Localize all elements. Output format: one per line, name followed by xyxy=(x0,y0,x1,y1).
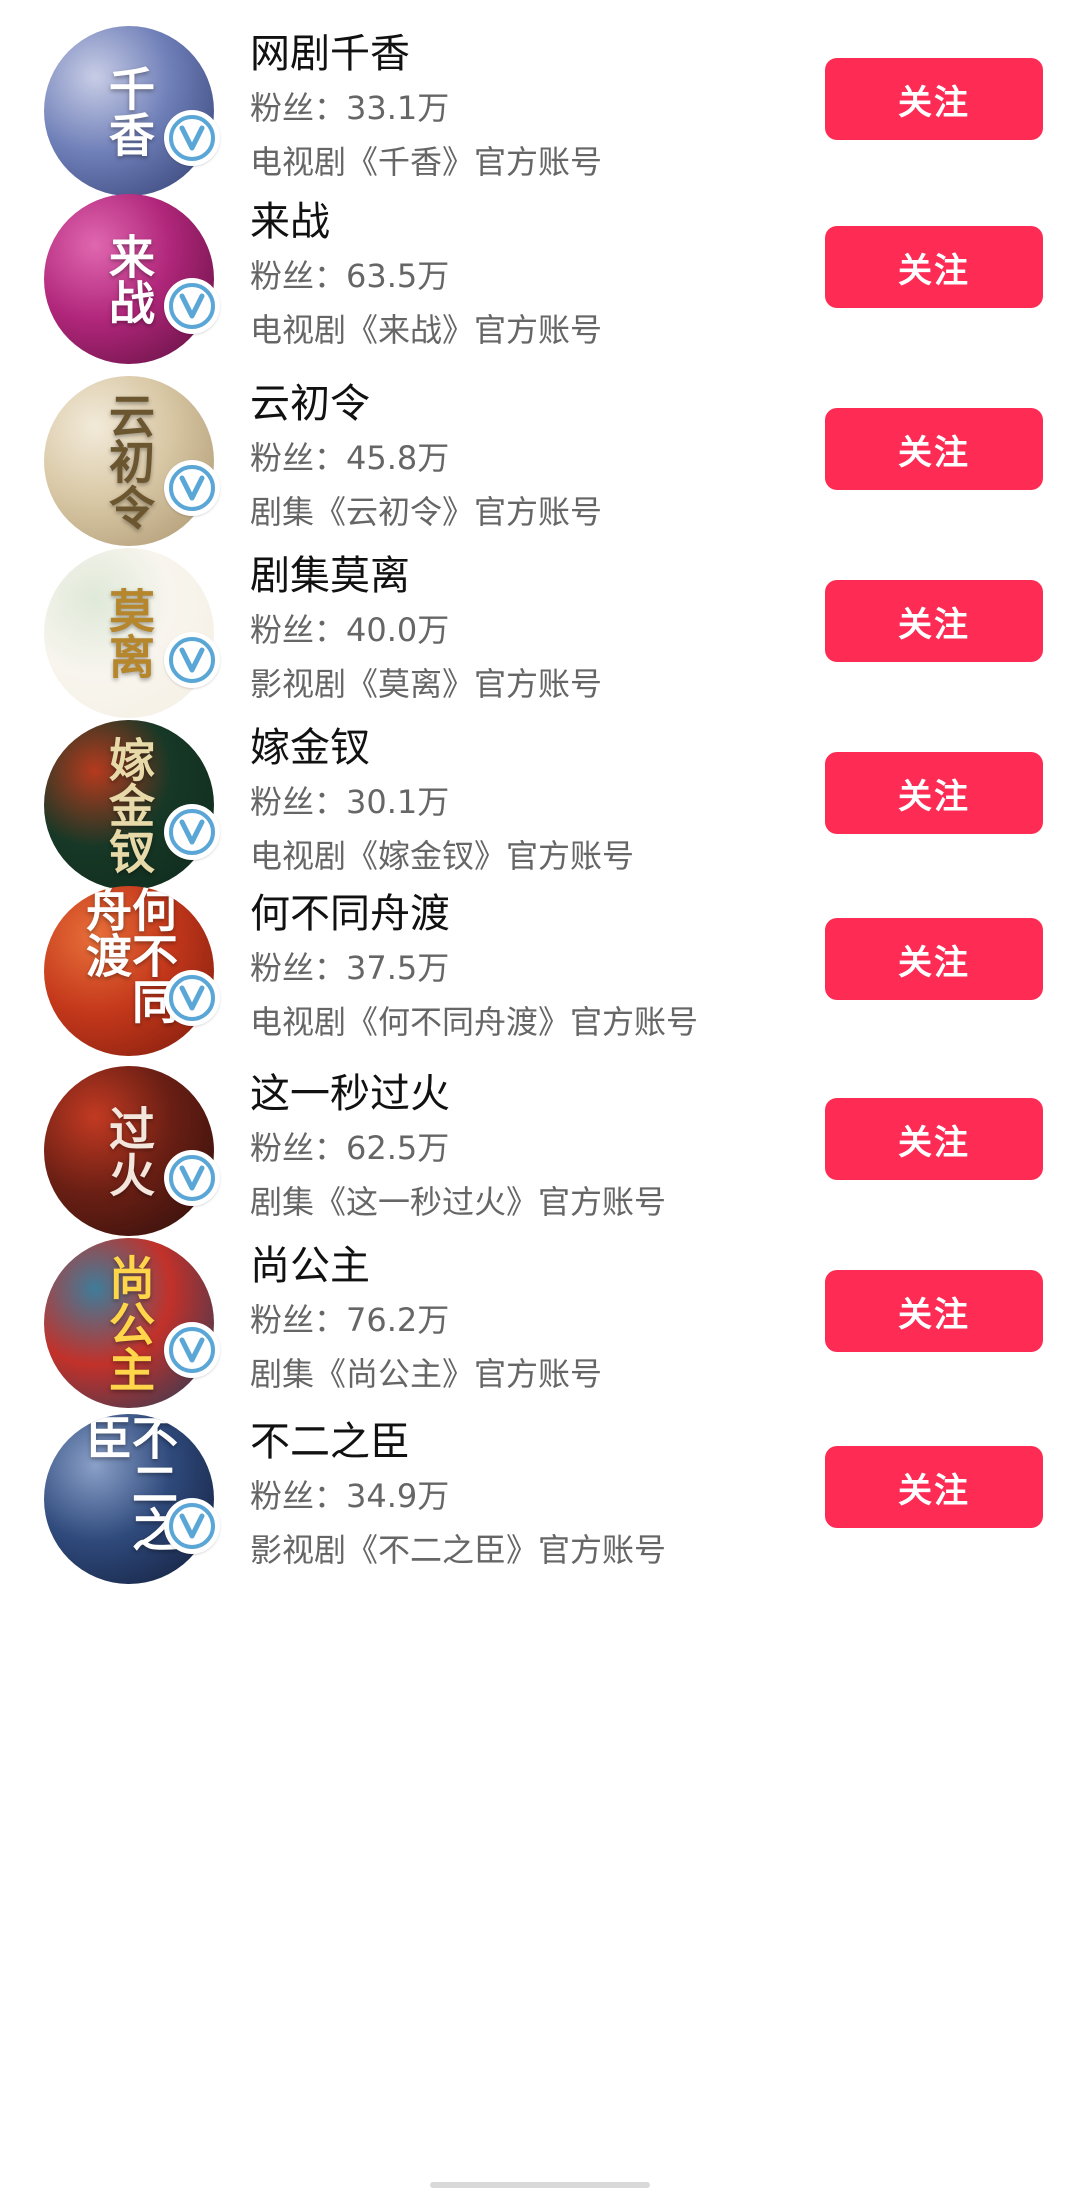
verified-v-icon xyxy=(164,804,220,860)
account-name[interactable]: 嫁金钗 xyxy=(250,728,370,768)
follower-count: 粉丝：45.8万 xyxy=(250,439,450,477)
account-name[interactable]: 网剧千香 xyxy=(250,34,410,74)
account-row[interactable]: 云初令 云初令 粉丝：45.8万 剧集《云初令》官方账号 关注 xyxy=(0,376,1080,576)
verified-v-icon xyxy=(164,632,220,688)
account-description: 剧集《尚公主》官方账号 xyxy=(250,1355,603,1393)
account-name[interactable]: 何不同舟渡 xyxy=(250,894,450,934)
account-description: 剧集《云初令》官方账号 xyxy=(250,493,603,531)
account-description: 电视剧《来战》官方账号 xyxy=(250,311,603,349)
account-description: 电视剧《嫁金钗》官方账号 xyxy=(250,837,635,875)
follow-button[interactable]: 关注 xyxy=(825,918,1043,1000)
account-row[interactable]: 何不同舟渡 何不同舟渡 粉丝：37.5万 电视剧《何不同舟渡》官方账号 关注 xyxy=(0,886,1080,1086)
follow-button[interactable]: 关注 xyxy=(825,408,1043,490)
account-name[interactable]: 尚公主 xyxy=(250,1246,370,1286)
account-description: 电视剧《千香》官方账号 xyxy=(250,143,603,181)
follow-button[interactable]: 关注 xyxy=(825,1446,1043,1528)
follow-button[interactable]: 关注 xyxy=(825,226,1043,308)
follow-button[interactable]: 关注 xyxy=(825,58,1043,140)
verified-v-icon xyxy=(164,1498,220,1554)
account-description: 电视剧《何不同舟渡》官方账号 xyxy=(250,1003,699,1041)
verified-v-icon xyxy=(164,1150,220,1206)
follower-count: 粉丝：30.1万 xyxy=(250,783,450,821)
follower-count: 粉丝：76.2万 xyxy=(250,1301,450,1339)
follower-count: 粉丝：33.1万 xyxy=(250,89,450,127)
follow-button[interactable]: 关注 xyxy=(825,1270,1043,1352)
account-name[interactable]: 这一秒过火 xyxy=(250,1074,450,1114)
follow-button[interactable]: 关注 xyxy=(825,1098,1043,1180)
follower-count: 粉丝：34.9万 xyxy=(250,1477,450,1515)
follow-button[interactable]: 关注 xyxy=(825,752,1043,834)
account-description: 剧集《这一秒过火》官方账号 xyxy=(250,1183,667,1221)
verified-v-icon xyxy=(164,970,220,1026)
account-description: 影视剧《莫离》官方账号 xyxy=(250,665,603,703)
follower-count: 粉丝：63.5万 xyxy=(250,257,450,295)
account-name[interactable]: 云初令 xyxy=(250,384,370,424)
verified-v-icon xyxy=(164,110,220,166)
verified-v-icon xyxy=(164,460,220,516)
verified-v-icon xyxy=(164,1322,220,1378)
account-description: 影视剧《不二之臣》官方账号 xyxy=(250,1531,667,1569)
account-row[interactable]: 尚公主 尚公主 粉丝：76.2万 剧集《尚公主》官方账号 关注 xyxy=(0,1238,1080,1438)
account-row[interactable]: 莫离 剧集莫离 粉丝：40.0万 影视剧《莫离》官方账号 关注 xyxy=(0,548,1080,748)
account-row[interactable]: 来战 来战 粉丝：63.5万 电视剧《来战》官方账号 关注 xyxy=(0,194,1080,394)
follower-count: 粉丝：62.5万 xyxy=(250,1129,450,1167)
follower-count: 粉丝：40.0万 xyxy=(250,611,450,649)
account-row[interactable]: 不二之臣 不二之臣 粉丝：34.9万 影视剧《不二之臣》官方账号 关注 xyxy=(0,1414,1080,1614)
follow-button[interactable]: 关注 xyxy=(825,580,1043,662)
home-indicator xyxy=(430,2182,650,2188)
account-row[interactable]: 过火 这一秒过火 粉丝：62.5万 剧集《这一秒过火》官方账号 关注 xyxy=(0,1066,1080,1266)
follower-count: 粉丝：37.5万 xyxy=(250,949,450,987)
verified-v-icon xyxy=(164,278,220,334)
account-name[interactable]: 来战 xyxy=(250,202,330,242)
account-name[interactable]: 剧集莫离 xyxy=(250,556,410,596)
account-name[interactable]: 不二之臣 xyxy=(250,1422,410,1462)
account-list: 千香 网剧千香 粉丝：33.1万 电视剧《千香》官方账号 关注 来战 来战 粉丝：63.5万电… xyxy=(0,0,1080,2194)
